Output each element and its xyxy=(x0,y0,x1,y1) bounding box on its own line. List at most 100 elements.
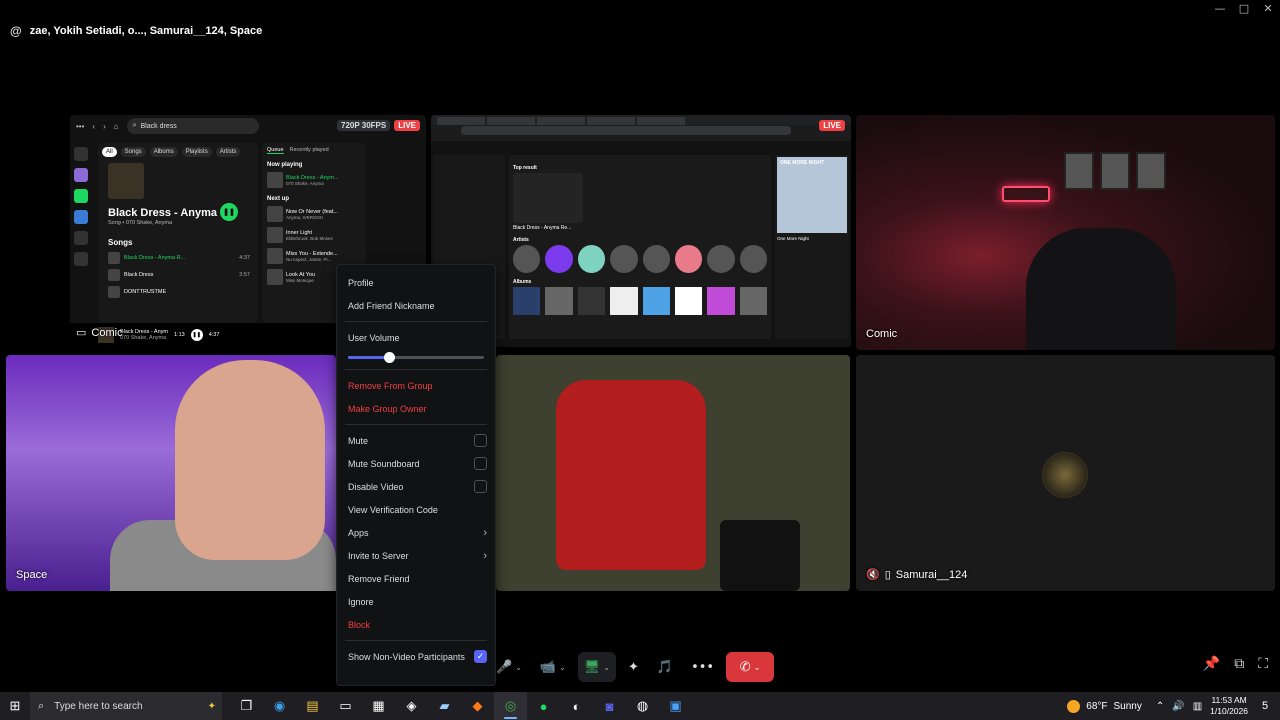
mute-soundboard-checkbox[interactable] xyxy=(474,457,487,470)
back-icon[interactable]: ‹ xyxy=(92,122,95,131)
maximize-button[interactable]: □ xyxy=(1232,0,1256,16)
queue-item[interactable]: Now Or Never (feat... Anyma, IVERSON xyxy=(267,206,361,222)
end-call-button[interactable]: ✆ ⌄ xyxy=(726,652,775,682)
more-button[interactable]: ••• xyxy=(685,652,720,682)
microphone-button[interactable]: 🎤 ⌄ xyxy=(490,652,528,682)
discord-icon[interactable]: ◙ xyxy=(593,692,626,720)
more-icon[interactable]: ••• xyxy=(76,122,84,131)
menu-item-remove-from-group[interactable]: Remove From Group xyxy=(345,374,487,397)
menu-item-mute-soundboard[interactable]: Mute Soundboard xyxy=(345,452,487,475)
weather-widget[interactable]: 68°F Sunny xyxy=(1067,699,1142,713)
queue-item[interactable]: Miss You - Extende... Nu Aspect, Jamie, P… xyxy=(267,248,361,264)
artist-avatar[interactable] xyxy=(674,245,703,273)
call-title[interactable]: zae, Yokih Setiadi, o..., Samurai__124, … xyxy=(30,25,263,37)
chrome-icon[interactable]: ◎ xyxy=(494,692,527,720)
windows-start-icon[interactable]: ⊞ xyxy=(0,692,30,720)
task-view-icon[interactable]: ❐ xyxy=(230,692,263,720)
notification-icon[interactable]: 5 xyxy=(1256,697,1274,715)
monitor-icon[interactable]: ▭ xyxy=(329,692,362,720)
song-row[interactable]: Black Dress - Anyma R... 4:37 xyxy=(108,252,254,264)
activities-button[interactable]: ✦ xyxy=(622,652,645,682)
menu-item-profile[interactable]: Profile xyxy=(345,271,487,294)
app-icon[interactable]: ◐ xyxy=(560,692,593,720)
album-cover[interactable] xyxy=(610,287,638,315)
liked-songs-icon[interactable] xyxy=(74,168,88,182)
chip-albums[interactable]: Albums xyxy=(149,147,178,157)
samurai-avatar[interactable] xyxy=(1042,452,1088,498)
chevron-down-icon[interactable]: ⌄ xyxy=(559,663,566,672)
player-pause-icon[interactable]: ❚❚ xyxy=(190,329,203,341)
disable-video-checkbox[interactable] xyxy=(474,480,487,493)
user-volume-slider[interactable] xyxy=(348,349,484,365)
playlist-icon[interactable] xyxy=(74,210,88,224)
album-cover[interactable] xyxy=(739,287,767,315)
spotify-icon[interactable]: ● xyxy=(527,692,560,720)
menu-item-remove-friend[interactable]: Remove Friend xyxy=(345,567,487,590)
queue-item[interactable]: Black Dress - Anym... 070 Shake, Anyma xyxy=(267,172,361,188)
chevron-down-icon[interactable]: ⌄ xyxy=(754,663,761,672)
brave-icon[interactable]: ◆ xyxy=(461,692,494,720)
volume-knob[interactable] xyxy=(383,352,395,363)
top-result-cover[interactable] xyxy=(108,163,144,199)
artist-avatar[interactable] xyxy=(577,245,606,273)
mute-checkbox[interactable] xyxy=(474,434,487,447)
screen-share-button[interactable]: 🖥 ⌄ xyxy=(577,652,616,682)
library-icon[interactable] xyxy=(74,147,88,161)
queue-item[interactable]: Inner Light Elderbrook, Bob Moses xyxy=(267,227,361,243)
calculator-icon[interactable]: ▦ xyxy=(362,692,395,720)
tab-recently-played[interactable]: Recently played xyxy=(290,147,329,154)
album-cover[interactable] xyxy=(577,287,606,315)
app-icon[interactable]: ▰ xyxy=(428,692,461,720)
spotify-search-input[interactable]: ⌕ Black dress xyxy=(126,118,259,134)
album-cover[interactable] xyxy=(513,287,541,315)
artist-avatar[interactable] xyxy=(739,245,767,273)
menu-item-disable-video[interactable]: Disable Video xyxy=(345,475,487,498)
camera-button[interactable]: 📹 ⌄ xyxy=(534,652,572,682)
play-pause-icon[interactable]: ❚❚ xyxy=(220,203,238,221)
steam-icon[interactable]: ◍ xyxy=(626,692,659,720)
top-result-card[interactable] xyxy=(513,173,583,223)
taskbar-search[interactable]: ⌕ Type here to search ✦ xyxy=(30,692,222,720)
app-icon[interactable]: ▣ xyxy=(659,692,692,720)
chip-artists[interactable]: Artists xyxy=(215,147,241,157)
chip-songs[interactable]: Songs xyxy=(120,147,146,157)
album-cover[interactable] xyxy=(674,287,703,315)
clock[interactable]: 11:53 AM 1/10/2026 xyxy=(1210,695,1248,717)
chevron-down-icon[interactable]: ⌄ xyxy=(603,663,610,672)
browser-tab[interactable] xyxy=(487,117,535,125)
menu-item-apps[interactable]: Apps › xyxy=(345,521,487,544)
fullscreen-icon[interactable]: ⛶ xyxy=(1258,656,1268,672)
playlist-icon[interactable] xyxy=(74,252,88,266)
app-icon[interactable]: ◈ xyxy=(395,692,428,720)
menu-item-ignore[interactable]: Ignore xyxy=(345,590,487,613)
browser-tab[interactable] xyxy=(537,117,585,125)
artist-avatar[interactable] xyxy=(610,245,638,273)
close-button[interactable]: ✕ xyxy=(1256,0,1280,16)
album-cover[interactable] xyxy=(545,287,573,315)
network-icon[interactable]: ▥ xyxy=(1193,701,1202,712)
edge-icon[interactable]: ◉ xyxy=(263,692,296,720)
volume-icon[interactable]: 🔊 xyxy=(1172,701,1184,712)
browser-tab[interactable] xyxy=(587,117,635,125)
menu-item-add-nickname[interactable]: Add Friend Nickname xyxy=(345,294,487,317)
album-cover[interactable] xyxy=(642,287,670,315)
chevron-up-icon[interactable]: ⌃ xyxy=(1156,701,1164,712)
menu-item-make-group-owner[interactable]: Make Group Owner xyxy=(345,397,487,420)
forward-icon[interactable]: › xyxy=(103,122,106,131)
menu-item-block[interactable]: Block xyxy=(345,613,487,636)
artist-avatar[interactable] xyxy=(642,245,670,273)
menu-item-mute[interactable]: Mute xyxy=(345,429,487,452)
soundboard-button[interactable]: 🎵 xyxy=(651,652,679,682)
browser-tab[interactable] xyxy=(437,117,485,125)
chevron-down-icon[interactable]: ⌄ xyxy=(515,663,522,672)
menu-item-invite-to-server[interactable]: Invite to Server › xyxy=(345,544,487,567)
song-row[interactable]: DONTTRUSTME xyxy=(108,286,254,298)
menu-item-show-non-video[interactable]: Show Non-Video Participants ✓ xyxy=(345,645,487,668)
pin-icon[interactable]: 📌 xyxy=(1203,656,1220,672)
chip-playlists[interactable]: Playlists xyxy=(181,147,212,157)
menu-item-view-verification[interactable]: View Verification Code xyxy=(345,498,487,521)
file-explorer-icon[interactable]: ▤ xyxy=(296,692,329,720)
artist-avatar[interactable] xyxy=(545,245,573,273)
playlist-icon[interactable] xyxy=(74,189,88,203)
minimize-button[interactable]: — xyxy=(1208,0,1232,16)
